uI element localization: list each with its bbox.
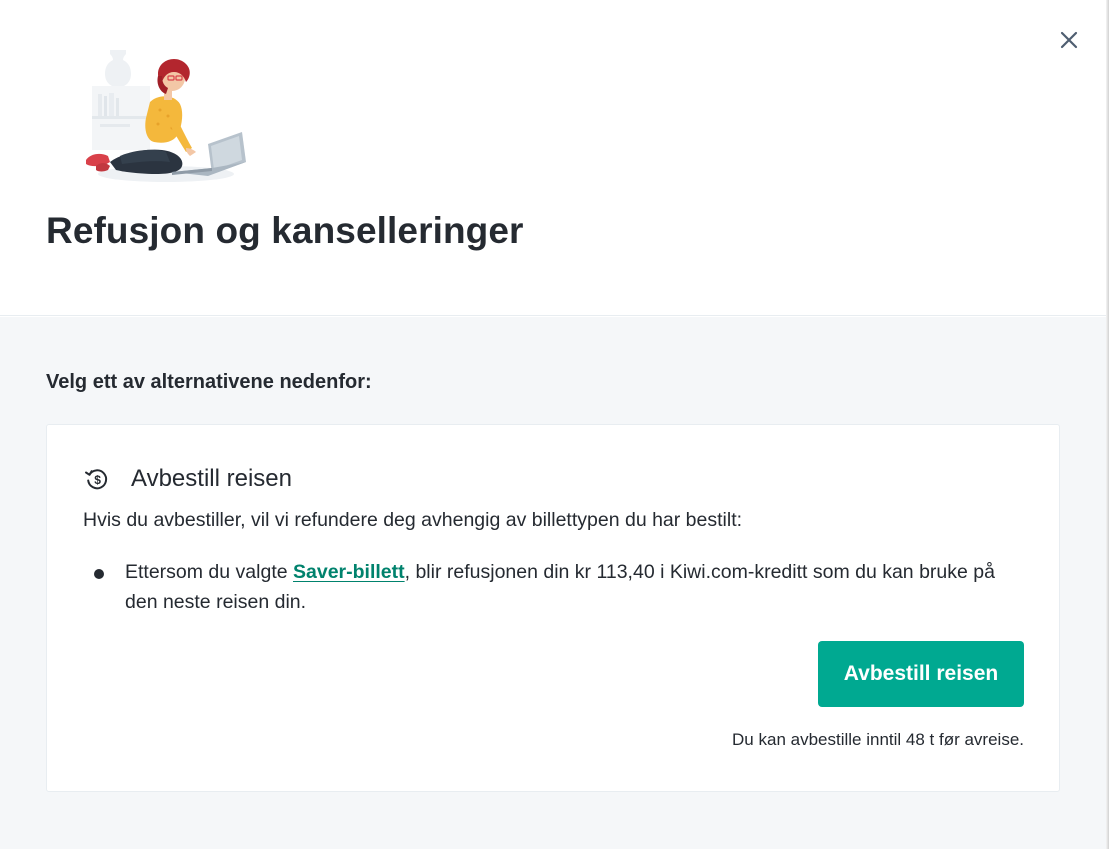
modal-body: Velg ett av alternativene nedenfor: $ Av… xyxy=(0,317,1106,849)
close-button[interactable] xyxy=(1053,24,1085,56)
options-prompt: Velg ett av alternativene nedenfor: xyxy=(46,371,372,393)
woman-with-laptop-illustration xyxy=(80,44,252,186)
modal-title: Refusjon og kanselleringer xyxy=(46,210,524,251)
saver-ticket-link[interactable]: Saver-billett xyxy=(293,561,405,583)
close-icon xyxy=(1060,31,1078,49)
option-title: Avbestill reisen xyxy=(131,465,292,492)
bullet-icon xyxy=(94,569,104,579)
refund-info-text: Ettersom du valgte Saver-billett, blir r… xyxy=(125,557,1025,617)
option-description: Hvis du avbestiller, vil vi refundere de… xyxy=(83,509,743,531)
money-refund-icon: $ xyxy=(83,465,111,493)
cancel-trip-button[interactable]: Avbestill reisen xyxy=(818,641,1024,707)
refund-info-prefix: Ettersom du valgte xyxy=(125,561,293,583)
cancel-trip-option-card: $ Avbestill reisen Hvis du avbestiller, … xyxy=(46,424,1060,792)
cancellation-deadline-note: Du kan avbestille inntil 48 t før avreis… xyxy=(732,730,1024,749)
refund-cancellation-modal: Refusjon og kanselleringer Velg ett av a… xyxy=(0,0,1109,849)
svg-text:$: $ xyxy=(94,473,101,487)
modal-header: Refusjon og kanselleringer xyxy=(0,0,1106,316)
